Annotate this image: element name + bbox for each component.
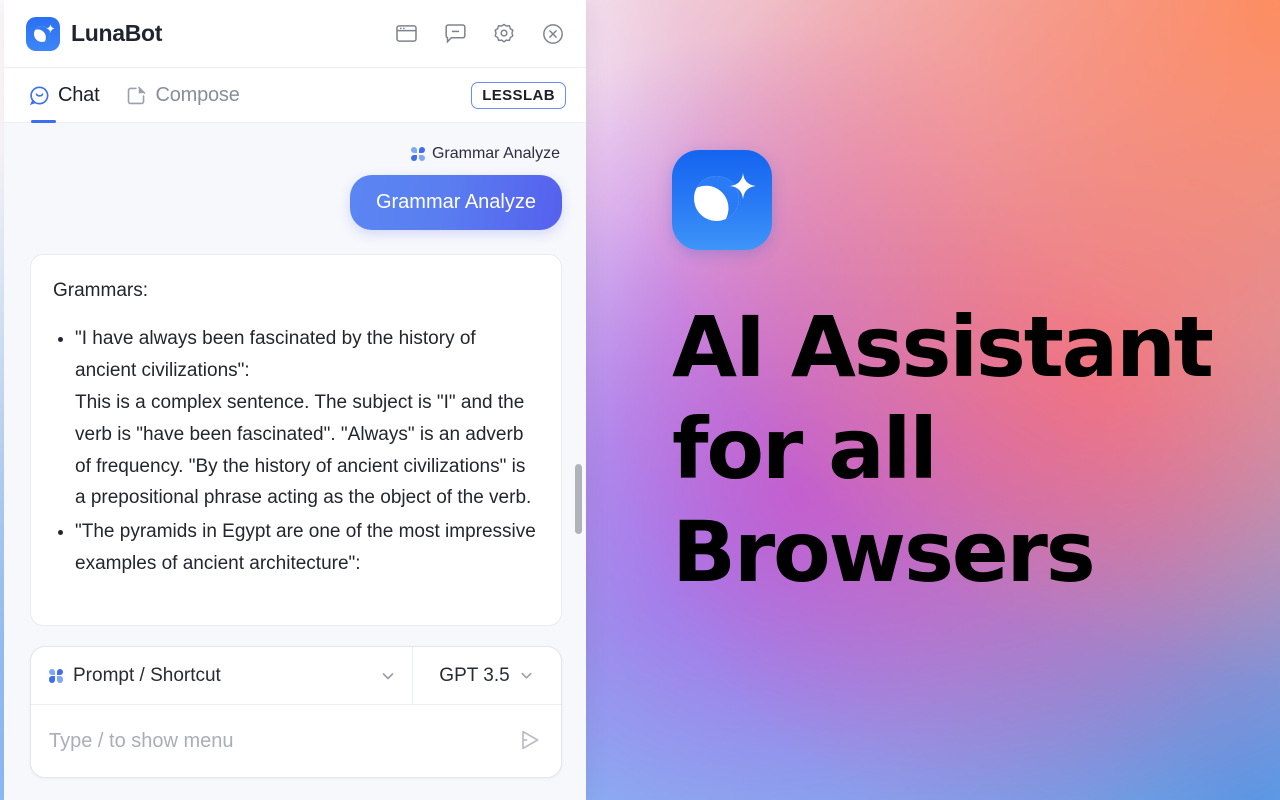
send-arrow-icon: [518, 728, 542, 755]
app-title: LunaBot: [71, 20, 163, 46]
sparkle-star-icon: [730, 173, 756, 199]
grammar-analysis: This is a complex sentence. The subject …: [75, 391, 532, 509]
chevron-down-icon: [380, 668, 396, 684]
assistant-intro: Grammars:: [53, 280, 148, 301]
tab-bar: Chat Compose LESSLAB: [4, 68, 586, 123]
composer-input-row: [31, 705, 561, 777]
close-circle-icon[interactable]: [542, 23, 564, 45]
list-item: "The pyramids in Egypt are one of the mo…: [75, 516, 539, 580]
prompt-name-label: Grammar Analyze: [30, 145, 560, 163]
page-title: AI Assistant for all Browsers: [672, 296, 1272, 603]
extension-panel: LunaBot Chat Compose LESSLAB Grammar Ana…: [4, 0, 586, 800]
composer-area: Prompt / Shortcut GPT 3.5: [4, 630, 586, 800]
composer-toolbar: Prompt / Shortcut GPT 3.5: [31, 647, 561, 705]
prompt-name-text: Grammar Analyze: [431, 145, 560, 162]
titlebar-actions: [395, 23, 564, 45]
headline-line-1: AI Assistant: [672, 298, 1214, 396]
tab-compose-label: Compose: [155, 83, 240, 106]
chat-minus-icon[interactable]: [444, 23, 466, 45]
luna-moon-sparkle-logo-icon: [672, 150, 772, 250]
app-screenshot: AI Assistant for all Browsers LunaBot Ch…: [0, 0, 1280, 800]
clover-four-dots-icon: [49, 668, 63, 683]
assistant-message-card: Grammars: "I have always been fascinated…: [30, 254, 562, 626]
status-badge[interactable]: LESSLAB: [471, 81, 566, 109]
tab-chat[interactable]: Chat: [30, 68, 100, 122]
scrollbar-thumb[interactable]: [575, 464, 582, 534]
model-select[interactable]: GPT 3.5: [413, 647, 561, 704]
marketing-hero: AI Assistant for all Browsers: [672, 150, 1272, 603]
send-button[interactable]: [515, 726, 545, 756]
prompt-shortcut-label: Prompt / Shortcut: [73, 664, 221, 686]
grammar-quote: "I have always been fascinated by the hi…: [75, 327, 476, 381]
user-message-bubble: Grammar Analyze: [349, 175, 562, 230]
panel-titlebar: LunaBot: [4, 0, 586, 68]
chat-input[interactable]: [49, 729, 515, 753]
grammar-quote: "The pyramids in Egypt are one of the mo…: [75, 521, 536, 575]
headline-line-2: for all: [672, 400, 938, 499]
tab-compose[interactable]: Compose: [127, 68, 240, 122]
model-label: GPT 3.5: [439, 664, 510, 686]
scrollbar-track[interactable]: [575, 129, 584, 626]
list-item: "I have always been fascinated by the hi…: [75, 323, 539, 514]
conversation-scroll-area[interactable]: Grammar Analyze Grammar Analyze Grammars…: [4, 123, 586, 630]
compose-pencil-icon: [127, 86, 146, 105]
sparkle-star-icon: [46, 23, 55, 33]
tab-chat-label: Chat: [58, 83, 100, 106]
sidebar-panel-icon[interactable]: [395, 23, 417, 45]
headline-line-3: Browsers: [672, 502, 1096, 601]
user-message-row: Grammar Analyze: [30, 175, 562, 230]
grammar-list: "I have always been fascinated by the hi…: [53, 323, 539, 580]
gear-icon[interactable]: [493, 23, 515, 45]
brand: LunaBot: [26, 16, 163, 51]
prompt-shortcut-select[interactable]: Prompt / Shortcut: [31, 647, 413, 704]
chevron-down-icon: [519, 668, 535, 684]
composer: Prompt / Shortcut GPT 3.5: [30, 646, 562, 778]
luna-moon-sparkle-logo-icon: [26, 16, 60, 51]
clover-four-dots-icon: [410, 147, 425, 161]
chat-smile-icon: [30, 86, 49, 105]
